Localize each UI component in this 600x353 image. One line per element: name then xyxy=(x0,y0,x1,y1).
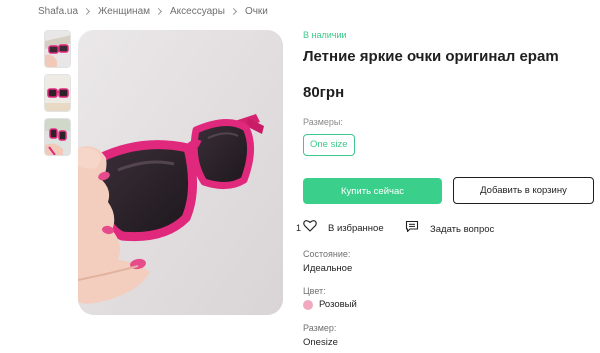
thumbnail-3[interactable] xyxy=(44,118,71,156)
chevron-right-icon xyxy=(83,7,91,15)
buy-now-button[interactable]: Купить сейчас xyxy=(303,178,442,204)
breadcrumb-link-glasses[interactable]: Очки xyxy=(245,6,268,17)
chevron-right-icon xyxy=(154,7,163,15)
product-price: 80грн xyxy=(303,84,345,101)
sizes-label: Размеры: xyxy=(303,117,343,127)
chat-icon xyxy=(405,220,419,238)
breadcrumb: Shafa.ua Женщинам Аксессуары Очки xyxy=(38,4,268,18)
size-value: Onesize xyxy=(303,337,338,348)
condition-label: Состояние: xyxy=(303,249,351,259)
thumbnail-2[interactable] xyxy=(44,74,71,112)
color-swatch xyxy=(303,299,313,310)
ask-question-button[interactable]: Задать вопрос xyxy=(405,220,494,238)
heart-icon xyxy=(303,219,317,237)
color-value-row: Розовый xyxy=(303,299,357,310)
chevron-right-icon xyxy=(229,7,237,15)
thumbnail-list xyxy=(44,30,71,162)
size-label: Размер: xyxy=(303,323,337,333)
favorite-count: 1 xyxy=(296,223,302,233)
ask-question-label: Задать вопрос xyxy=(430,223,495,235)
add-to-cart-button[interactable]: Добавить в корзину xyxy=(453,177,594,204)
condition-value: Идеальное xyxy=(303,263,353,274)
size-option-one-size[interactable]: One size xyxy=(303,134,355,156)
thumbnail-1[interactable] xyxy=(44,30,71,68)
product-photo[interactable] xyxy=(78,30,283,315)
breadcrumb-link-home[interactable]: Shafa.ua xyxy=(38,6,78,17)
breadcrumb-link-women[interactable]: Женщинам xyxy=(98,6,150,17)
product-title: Летние яркие очки оригинал epam xyxy=(303,48,559,65)
color-value: Розовый xyxy=(319,299,357,310)
favorite-label: В избранное xyxy=(328,222,384,234)
stock-status: В наличии xyxy=(303,30,347,40)
add-to-favorites-button[interactable]: 1 В избранное xyxy=(296,219,384,237)
color-label: Цвет: xyxy=(303,286,326,296)
breadcrumb-link-accessories[interactable]: Аксессуары xyxy=(170,6,225,17)
